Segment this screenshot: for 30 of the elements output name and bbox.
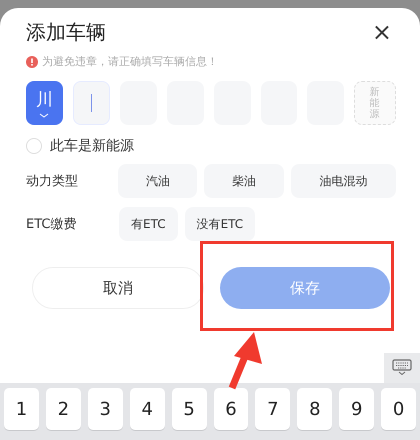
- keyboard-key[interactable]: 4: [130, 388, 165, 430]
- province-key[interactable]: 川: [26, 81, 63, 125]
- chevron-down-icon: [39, 113, 50, 118]
- keyboard-key[interactable]: 0: [381, 388, 416, 430]
- checkbox[interactable]: [26, 138, 42, 154]
- checkbox-label: 此车是新能源: [50, 137, 134, 155]
- option-chip[interactable]: 没有ETC: [184, 207, 256, 241]
- plate-char-field[interactable]: [72, 81, 110, 125]
- option-chip[interactable]: 有ETC: [119, 207, 178, 241]
- dialog-title: 添加车辆: [26, 18, 106, 46]
- keyboard-key[interactable]: 6: [214, 388, 248, 430]
- keyboard-key[interactable]: 8: [297, 388, 332, 430]
- keyboard-key[interactable]: 3: [88, 388, 123, 430]
- keyboard-key[interactable]: 2: [46, 388, 81, 430]
- keyboard-key[interactable]: 7: [255, 388, 290, 430]
- keyboard-key[interactable]: 9: [339, 388, 374, 430]
- keyboard-key[interactable]: 1: [4, 388, 39, 430]
- keyboard-hide-button[interactable]: [384, 353, 420, 383]
- warning-icon: [26, 56, 38, 68]
- option-chip[interactable]: 汽油: [118, 164, 198, 198]
- close-button[interactable]: ×: [368, 18, 396, 46]
- option-label: ETC缴费: [26, 216, 78, 233]
- option-chip[interactable]: 油电混动: [290, 164, 396, 198]
- option-chip[interactable]: 柴油: [204, 164, 284, 198]
- keyboard-key[interactable]: 5: [172, 388, 207, 430]
- option-label: 动力类型: [26, 173, 79, 190]
- warning-text: 为避免违章，请正确填写车辆信息！: [42, 54, 218, 69]
- cancel-button[interactable]: 取消: [32, 267, 204, 309]
- annotation-arrow: [228, 332, 262, 390]
- keyboard-icon: [392, 359, 412, 377]
